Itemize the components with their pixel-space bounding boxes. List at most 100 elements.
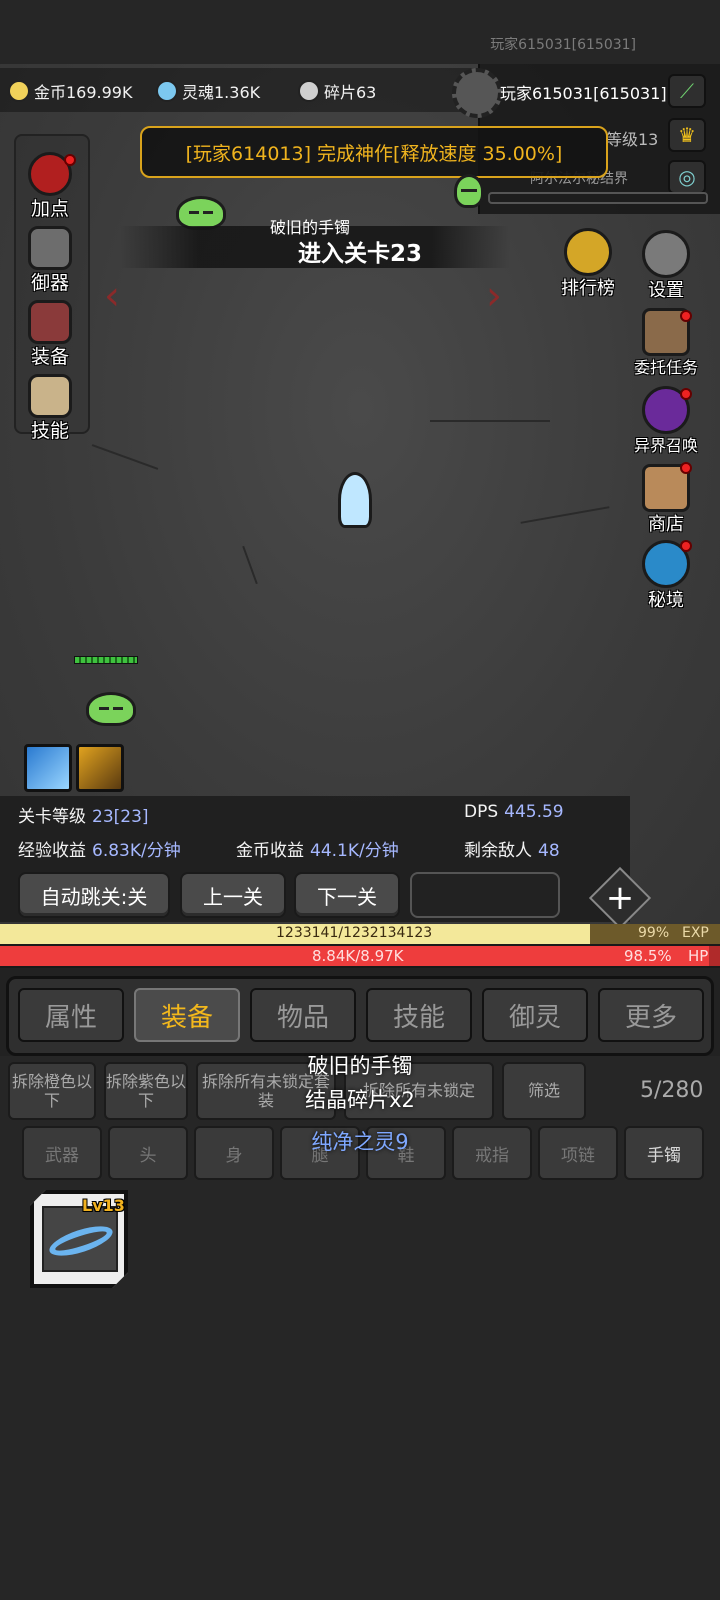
armor-icon — [28, 300, 72, 344]
menu-label: 异界召唤 — [633, 436, 698, 455]
plus-icon: + — [605, 878, 635, 918]
world-announcement-banner: [玩家614013] 完成神作[释放速度 35.00%] — [140, 126, 608, 178]
loot-tooltip: 破旧的手镯 结晶碎片x2 纯净之灵9 — [240, 1050, 480, 1156]
sword-icon — [28, 226, 72, 270]
stat-label: 金币收益 — [236, 841, 304, 861]
menu-label: 设置 — [648, 280, 684, 301]
menu-quests[interactable]: 委托任务 — [628, 308, 704, 378]
prev-arrow-icon[interactable]: ‹ — [104, 274, 130, 318]
ground-crack — [242, 545, 258, 585]
leaf-icon[interactable]: ⟋ — [668, 74, 706, 108]
realm-progress-bar — [488, 192, 708, 204]
menu-summon[interactable]: 异界召唤 — [628, 386, 704, 456]
menu-label: 委托任务 — [633, 358, 698, 377]
soul-resource: 灵魂1.36K — [156, 80, 260, 102]
category-necklace[interactable]: 项链 — [538, 1126, 618, 1180]
shard-resource: 碎片63 — [298, 80, 376, 102]
ground-crack — [430, 420, 550, 422]
gold-amount: 金币169.99K — [34, 83, 133, 102]
stat-value: 48 — [538, 841, 560, 861]
stage-level-stat: 关卡等级 23[23] — [18, 802, 149, 827]
blade-skill-icon[interactable] — [76, 744, 124, 792]
shard-icon — [298, 80, 320, 102]
notification-dot — [680, 462, 692, 474]
menu-label: 装备 — [30, 346, 69, 368]
menu-add-points[interactable]: 加点 — [12, 152, 88, 221]
gold-income-stat: 金币收益 44.1K/分钟 — [236, 836, 399, 861]
gold-coin-icon — [8, 80, 30, 102]
lightning-skill-icon[interactable] — [24, 744, 72, 792]
crown-icon[interactable]: ♛ — [668, 118, 706, 152]
item-level: Lv13 — [82, 1196, 125, 1215]
tab-equipment[interactable]: 装备 — [134, 988, 240, 1042]
hero-character — [338, 472, 372, 528]
enemy-hp-bar — [74, 656, 138, 664]
next-stage-button[interactable]: 下一关 — [294, 872, 400, 918]
menu-shop[interactable]: 商店 — [628, 464, 704, 536]
exp-bar: 1233141/1232134123 99% EXP — [0, 924, 720, 944]
dismantle-orange-button[interactable]: 拆除橙色以下 — [8, 1062, 96, 1120]
slime-enemy[interactable] — [454, 174, 484, 208]
tab-more[interactable]: 更多 — [598, 988, 704, 1042]
category-head[interactable]: 头 — [108, 1126, 188, 1180]
player-level: 等级13 — [606, 130, 659, 149]
stat-label: 关卡等级 — [18, 807, 86, 827]
top-status-strip: 玩家615031[615031] — [0, 0, 720, 64]
inventory-count: 5/280 — [640, 1078, 704, 1103]
exp-income-stat: 经验收益 6.83K/分钟 — [18, 836, 181, 861]
exp-label: EXP — [682, 925, 709, 941]
exp-value: 1233141/1232134123 — [276, 925, 433, 941]
tab-items[interactable]: 物品 — [250, 988, 356, 1042]
hp-bar: 8.84K/8.97K 98.5% HP — [0, 946, 720, 966]
announcement-text: [玩家614013] 完成神作[释放速度 35.00%] — [185, 142, 563, 165]
stat-value: 23[23] — [92, 807, 149, 827]
trophy-icon — [564, 228, 612, 276]
menu-weapon[interactable]: 御器 — [12, 226, 88, 295]
gear-icon[interactable] — [452, 68, 502, 118]
notification-dot — [680, 388, 692, 400]
menu-ranking[interactable]: 排行榜 — [538, 228, 638, 300]
vortex-icon[interactable]: ◎ — [668, 160, 706, 194]
stat-value: 6.83K/分钟 — [92, 841, 181, 861]
ground-crack — [520, 506, 610, 524]
dismantle-purple-button[interactable]: 拆除紫色以下 — [104, 1062, 188, 1120]
menu-skills[interactable]: 技能 — [12, 374, 88, 443]
menu-label: 加点 — [30, 198, 69, 220]
notification-dot — [64, 154, 76, 166]
hp-percent: 98.5% — [624, 947, 672, 965]
stat-value: 44.1K/分钟 — [310, 841, 399, 861]
dps-stat: DPS 445.59 — [464, 802, 564, 822]
menu-settings[interactable]: 设置 — [628, 230, 704, 302]
exp-percent: 99% — [638, 925, 670, 941]
player-name: 玩家615031[615031] — [500, 84, 667, 103]
loot-item-name: 破旧的手镯 — [307, 1054, 413, 1078]
menu-secret-realm[interactable]: 秘境 — [628, 540, 704, 612]
gear-icon — [642, 230, 690, 278]
ground-crack — [91, 444, 159, 470]
slime-enemy[interactable] — [86, 692, 136, 726]
stat-label: DPS — [464, 802, 499, 822]
soul-amount: 灵魂1.36K — [182, 83, 261, 102]
next-arrow-icon[interactable]: › — [486, 274, 512, 318]
tab-spirits[interactable]: 御灵 — [482, 988, 588, 1042]
empty-slot-button[interactable] — [410, 872, 560, 918]
category-bracelet[interactable]: 手镯 — [624, 1126, 704, 1180]
auto-skip-toggle[interactable]: 自动跳关:关 — [18, 872, 170, 918]
category-weapon[interactable]: 武器 — [22, 1126, 102, 1180]
soul-flame-icon — [156, 80, 178, 102]
menu-label: 排行榜 — [561, 278, 615, 299]
menu-label: 秘境 — [648, 590, 684, 611]
gold-resource: 金币169.99K — [8, 80, 132, 102]
tab-skills[interactable]: 技能 — [366, 988, 472, 1042]
filter-button[interactable]: 筛选 — [502, 1062, 586, 1120]
prev-stage-button[interactable]: 上一关 — [180, 872, 286, 918]
stat-label: 剩余敌人 — [464, 841, 532, 861]
stat-label: 经验收益 — [18, 841, 86, 861]
menu-equipment[interactable]: 装备 — [12, 300, 88, 369]
scroll-icon — [28, 374, 72, 418]
stat-value: 445.59 — [504, 802, 564, 822]
notification-dot — [680, 310, 692, 322]
menu-label: 技能 — [30, 420, 69, 442]
loot-reward: 结晶碎片x2 — [305, 1088, 415, 1112]
tab-attributes[interactable]: 属性 — [18, 988, 124, 1042]
